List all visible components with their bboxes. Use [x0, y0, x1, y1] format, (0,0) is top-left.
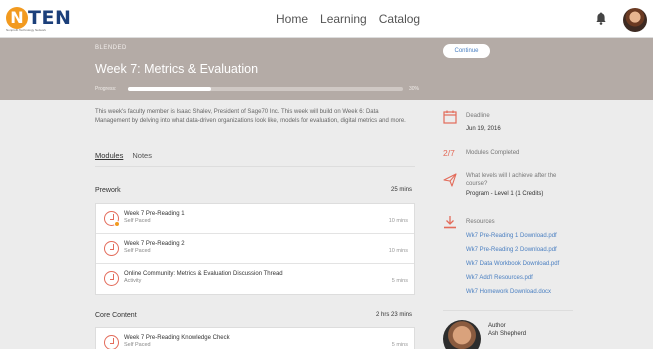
- nav-learning[interactable]: Learning: [320, 12, 367, 26]
- module-duration: 10 mins: [388, 248, 408, 254]
- module-item[interactable]: Week 7 Pre-Reading Knowledge Check Self …: [96, 328, 414, 349]
- resource-link[interactable]: Wk7 Pre-Reading 2 Download.pdf: [466, 247, 557, 253]
- module-duration: 10 mins: [388, 218, 408, 224]
- deadline-label: Deadline: [466, 113, 490, 119]
- course-type: BLENDED: [95, 45, 127, 51]
- module-list-core-content: Week 7 Pre-Reading Knowledge Check Self …: [95, 327, 415, 349]
- modules-completed-count: 2/7: [443, 148, 455, 158]
- progress-percent: 30%: [409, 86, 420, 92]
- module-duration: 5 mins: [391, 278, 408, 284]
- author-avatar: [443, 320, 481, 349]
- app-root: N TEN Nonprofit Technology Network Home …: [0, 0, 653, 349]
- resource-link[interactable]: Wk7 Pre-Reading 1 Download.pdf: [466, 233, 557, 239]
- nav-home[interactable]: Home: [276, 12, 308, 26]
- calendar-icon: [443, 110, 457, 124]
- deadline-value: Jun 19, 2016: [466, 126, 501, 132]
- progress-bar: [128, 87, 403, 91]
- check-circle-icon: [104, 241, 119, 256]
- download-icon: [444, 216, 456, 229]
- module-item[interactable]: Week 7 Pre-Reading 1 Self Paced 10 mins: [96, 204, 414, 234]
- resource-link[interactable]: Wk7 Homework Download.docx: [466, 289, 551, 295]
- module-title: Week 7 Pre-Reading 1: [124, 211, 185, 217]
- logo-tagline: Nonprofit Technology Network: [6, 28, 46, 32]
- tab-notes[interactable]: Notes: [132, 151, 152, 160]
- module-type: Activity: [124, 278, 142, 284]
- main-nav: Home Learning Catalog: [276, 12, 420, 26]
- tabs-divider: [95, 166, 415, 167]
- module-item[interactable]: Online Community: Metrics & Evaluation D…: [96, 264, 414, 294]
- course-title: Week 7: Metrics & Evaluation: [95, 62, 259, 76]
- author-divider: [443, 310, 573, 311]
- nav-catalog[interactable]: Catalog: [379, 12, 420, 26]
- status-badge: [114, 221, 120, 227]
- module-item[interactable]: Week 7 Pre-Reading 2 Self Paced 10 mins: [96, 234, 414, 264]
- section-duration: 2 hrs 23 mins: [375, 312, 412, 318]
- section-duration: 25 mins: [390, 187, 412, 193]
- section-title: Prework: [95, 187, 121, 194]
- nten-logo[interactable]: N TEN Nonprofit Technology Network: [6, 7, 76, 32]
- continue-button[interactable]: Continue: [443, 44, 490, 58]
- quiz-icon: [104, 335, 119, 349]
- progress-fill: [128, 87, 211, 91]
- paper-plane-icon: [443, 173, 457, 187]
- modules-completed-label: Modules Completed: [466, 150, 520, 156]
- resources-label: Resources: [466, 219, 495, 225]
- user-avatar[interactable]: [623, 8, 647, 32]
- module-title: Week 7 Pre-Reading Knowledge Check: [124, 335, 230, 341]
- progress-label: Progress:: [95, 86, 117, 92]
- module-type: Self Paced: [124, 218, 151, 224]
- content-tabs: Modules Notes: [95, 151, 152, 160]
- module-duration: 5 mins: [391, 342, 408, 348]
- course-description: This week's faculty member is Isaac Shal…: [95, 109, 406, 124]
- tab-modules[interactable]: Modules: [95, 151, 123, 160]
- levels-question-line-1: What levels will I achieve after the: [466, 173, 557, 179]
- logo-wordmark: TEN: [28, 7, 72, 29]
- levels-value: Program - Level 1 (1 Credits): [466, 191, 544, 197]
- bell-icon[interactable]: [596, 12, 606, 25]
- top-navbar: N TEN Nonprofit Technology Network Home …: [0, 0, 653, 38]
- levels-question-line-2: course?: [466, 181, 488, 187]
- module-title: Week 7 Pre-Reading 2: [124, 241, 185, 247]
- resource-link[interactable]: Wk7 Add'l Resources.pdf: [466, 275, 533, 281]
- resource-link[interactable]: Wk7 Data Workbook Download.pdf: [466, 261, 559, 267]
- logo-mark: N: [6, 7, 28, 29]
- module-list-prework: Week 7 Pre-Reading 1 Self Paced 10 mins …: [95, 203, 415, 295]
- section-header-prework: Prework 25 mins: [95, 187, 415, 197]
- author-name[interactable]: Ash Shepherd: [488, 331, 526, 337]
- activity-icon: [104, 271, 119, 286]
- module-type: Self Paced: [124, 248, 151, 254]
- section-header-core-content: Core Content 2 hrs 23 mins: [95, 312, 415, 322]
- module-type: Self Paced: [124, 342, 151, 348]
- section-title: Core Content: [95, 312, 137, 319]
- module-title: Online Community: Metrics & Evaluation D…: [124, 271, 283, 277]
- author-label: Author: [488, 323, 506, 329]
